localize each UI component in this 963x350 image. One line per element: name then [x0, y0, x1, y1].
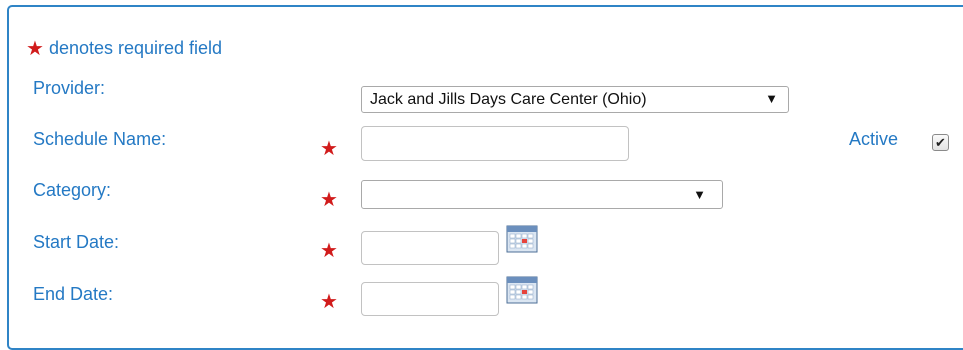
category-select[interactable]: ▼ — [361, 180, 723, 209]
star-icon: ★ — [26, 37, 44, 60]
category-label: Category: — [33, 180, 112, 200]
calendar-icon[interactable] — [506, 225, 538, 253]
star-icon: ★ — [320, 291, 338, 313]
end-date-label: End Date: — [33, 284, 114, 304]
chevron-down-icon: ▼ — [693, 187, 706, 202]
star-icon: ★ — [320, 240, 338, 262]
calendar-icon[interactable] — [506, 276, 538, 304]
provider-select[interactable]: Jack and Jills Days Care Center (Ohio) ▼ — [361, 86, 789, 113]
active-checkbox[interactable]: ✔ — [932, 134, 949, 151]
star-icon: ★ — [320, 138, 338, 160]
required-legend-text: denotes required field — [48, 38, 223, 58]
star-icon: ★ — [320, 189, 338, 211]
provider-selected-value: Jack and Jills Days Care Center (Ohio) — [370, 90, 647, 108]
provider-label: Provider: — [33, 78, 106, 98]
start-date-label: Start Date: — [33, 232, 120, 252]
chevron-down-icon: ▼ — [765, 91, 778, 106]
start-date-input[interactable] — [361, 231, 499, 265]
active-label: Active — [849, 129, 899, 149]
required-legend: ★ denotes required field — [26, 38, 222, 59]
end-date-input[interactable] — [361, 282, 499, 316]
schedule-name-label: Schedule Name: — [33, 129, 167, 149]
checkmark-icon: ✔ — [935, 135, 946, 150]
schedule-name-input[interactable] — [361, 126, 629, 161]
